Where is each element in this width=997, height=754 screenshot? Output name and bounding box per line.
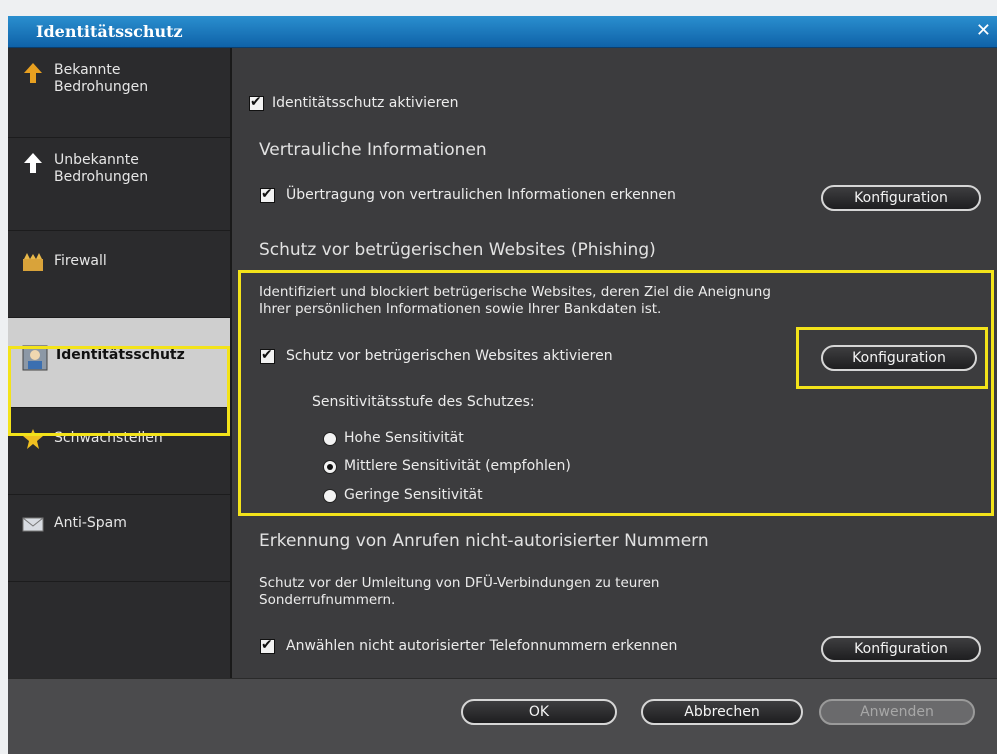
enable-identity-label: Identitätsschutz aktivieren [272,95,459,111]
sensitivity-label: Sensitivitätsstufe des Schutzes: [312,394,535,410]
title-bar[interactable]: Identitätsschutz ✕ [8,16,997,48]
main-panel: Identitätsschutz aktivieren Vertrauliche… [230,48,997,678]
dialer-section-title: Erkennung von Anrufen nicht-autorisierte… [259,531,709,551]
sidebar: Bekannte Bedrohungen Unbekannte Bedrohun… [8,48,230,678]
dialer-config-button[interactable]: Konfiguration [821,636,981,662]
up-arrow-icon [24,63,42,83]
ok-button[interactable]: OK [461,699,617,725]
dialog-window: Identitätsschutz ✕ Bekannte Bedrohungen … [8,16,997,754]
radio-high-label: Hohe Sensitivität [344,430,464,446]
up-arrow-icon [24,153,42,173]
firewall-icon [23,253,43,271]
sidebar-item-label: Anti-Spam [54,515,127,531]
sidebar-item-firewall[interactable]: Firewall [8,231,230,318]
sidebar-highlight [8,346,230,436]
radio-low-label: Geringe Sensitivität [344,487,483,503]
sidebar-item-label: Unbekannte Bedrohungen [54,152,149,185]
confidential-checkbox[interactable] [260,186,275,203]
dialer-checkbox[interactable] [260,637,275,654]
phishing-section-title: Schutz vor betrügerischen Websites (Phis… [259,240,656,260]
sidebar-item-label: Bekannte Bedrohungen [54,62,149,95]
phishing-checkbox-label: Schutz vor betrügerischen Websites aktiv… [286,348,613,364]
radio-low-sensitivity[interactable] [323,489,337,503]
radio-high-sensitivity[interactable] [323,432,337,446]
phishing-description: Identifiziert und blockiert betrügerisch… [259,284,771,317]
window-title: Identitätsschutz [36,22,183,41]
close-icon[interactable]: ✕ [976,20,991,41]
envelope-icon [22,517,44,532]
dialer-description: Schutz vor der Umleitung von DFÜ-Verbind… [259,575,660,608]
radio-medium-sensitivity[interactable] [323,460,337,474]
confidential-section-title: Vertrauliche Informationen [259,140,487,160]
sidebar-item-label: Firewall [54,253,107,269]
phishing-checkbox[interactable] [260,347,275,364]
cancel-button[interactable]: Abbrechen [641,699,803,725]
sidebar-item-unknown-threats[interactable]: Unbekannte Bedrohungen [8,138,230,231]
sidebar-item-anti-spam[interactable]: Anti-Spam [8,495,230,582]
radio-medium-label: Mittlere Sensitivität (empfohlen) [344,458,571,474]
confidential-checkbox-label: Übertragung von vertraulichen Informatio… [286,187,676,203]
sidebar-item-known-threats[interactable]: Bekannte Bedrohungen [8,48,230,138]
confidential-config-button[interactable]: Konfiguration [821,185,981,211]
phishing-config-button[interactable]: Konfiguration [821,345,977,371]
apply-button[interactable]: Anwenden [819,699,975,725]
dialer-checkbox-label: Anwählen nicht autorisierter Telefonnumm… [286,638,678,654]
button-bar: OK Abbrechen Anwenden [8,678,997,754]
enable-identity-checkbox[interactable] [249,94,264,111]
